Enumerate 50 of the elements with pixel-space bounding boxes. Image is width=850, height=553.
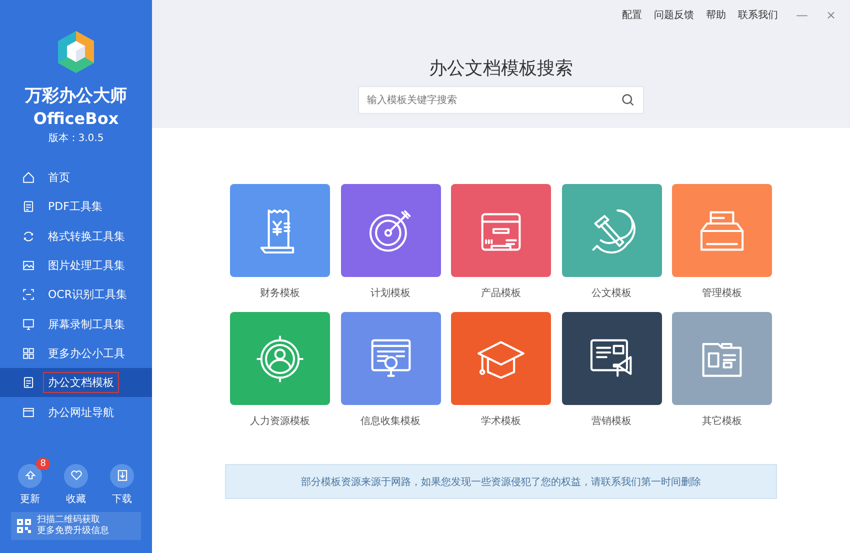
sidebar-item[interactable]: 首页 <box>0 163 152 192</box>
qr-code-icon <box>16 518 32 534</box>
top-link[interactable]: 联系我们 <box>738 8 778 22</box>
top-link[interactable]: 帮助 <box>706 8 726 22</box>
sidebar-item[interactable]: PDF工具集 <box>0 192 152 222</box>
search-title: 办公文档模板搜索 <box>429 57 573 80</box>
image-icon <box>22 259 35 272</box>
sidebar-item[interactable]: 办公文档模板 <box>0 368 152 398</box>
document-icon <box>22 376 35 390</box>
cube-logo-icon <box>56 30 96 74</box>
search-field[interactable]: 输入模板关键字搜索 <box>358 86 644 114</box>
template-item[interactable]: 学术模板 <box>451 312 551 428</box>
template-item[interactable]: 信息收集模板 <box>340 312 440 428</box>
template-item[interactable]: 公文模板 <box>562 184 662 300</box>
version-label: 版本：3.0.5 <box>48 132 104 145</box>
app-name: 万彩办公大师 <box>25 85 127 107</box>
sidebar-item[interactable]: OCR识别工具集 <box>0 280 152 310</box>
scan-icon <box>22 288 35 302</box>
search-icon[interactable] <box>621 93 635 107</box>
template-item[interactable]: 其它模板 <box>672 312 772 428</box>
top-link[interactable]: 配置 <box>622 8 642 22</box>
template-item[interactable]: 营销模板 <box>562 312 662 428</box>
notification-badge: 8 <box>36 458 50 470</box>
refresh-icon <box>22 230 35 243</box>
qr-info-text: 扫描二维码获取 <box>37 514 101 526</box>
arrow-up-icon <box>24 469 36 482</box>
sidebar-action[interactable]: 下载 <box>100 456 144 506</box>
template-item[interactable]: 产品模板 <box>451 184 551 300</box>
top-link[interactable]: 问题反馈 <box>654 8 694 22</box>
sidebar-action[interactable]: 收藏 <box>54 456 98 506</box>
sidebar-action[interactable]: 8 更新 <box>8 456 52 506</box>
grid-icon <box>22 346 35 360</box>
sidebar-item[interactable]: 图片处理工具集 <box>0 250 152 280</box>
download-icon <box>116 469 128 482</box>
monitor-icon <box>22 318 35 331</box>
heart-icon <box>70 469 82 482</box>
document-icon <box>22 200 35 214</box>
sidebar-item[interactable]: 办公网址导航 <box>0 397 152 427</box>
template-item[interactable]: 计划模板 <box>340 184 440 300</box>
template-item[interactable]: 人力资源模板 <box>230 312 330 428</box>
sidebar-item[interactable]: 更多办公小工具 <box>0 338 152 368</box>
app-name-english: OfficeBox <box>33 109 119 128</box>
qr-info-text: 更多免费升级信息 <box>37 526 109 537</box>
home-icon <box>22 171 35 184</box>
template-item[interactable]: 财务模板 <box>230 184 330 300</box>
notice-text: 部分模板资源来源于网路，如果您发现一些资源侵犯了您的权益，请联系我们第一时间删除 <box>225 464 777 499</box>
template-item[interactable]: 管理模板 <box>672 184 772 300</box>
window-icon <box>22 406 35 419</box>
sidebar-item[interactable]: 格式转换工具集 <box>0 222 152 251</box>
sidebar-item[interactable]: 屏幕录制工具集 <box>0 309 152 339</box>
